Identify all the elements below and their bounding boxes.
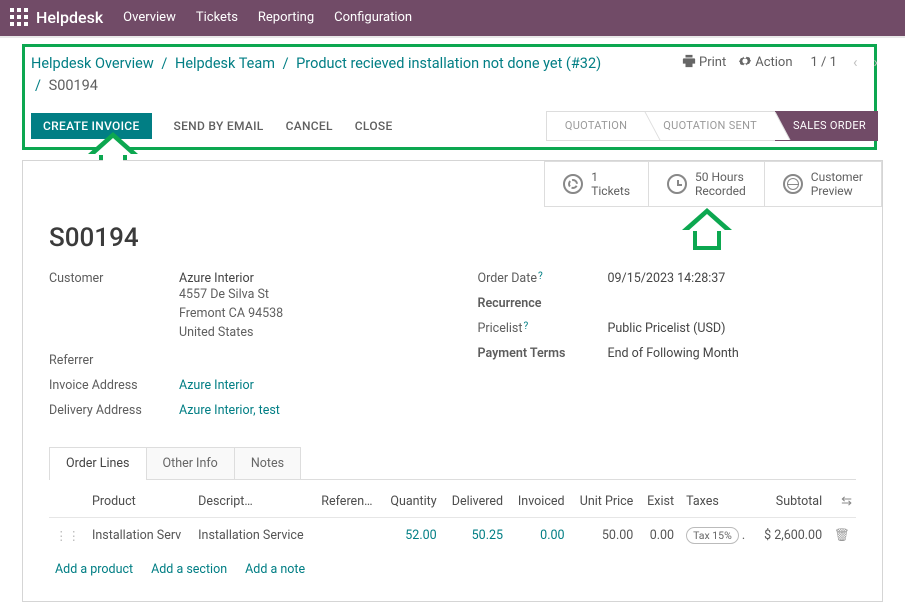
- order-date-label: Order Date?: [478, 271, 608, 286]
- col-unit[interactable]: Unit Price: [571, 486, 640, 518]
- order-name: S00194: [49, 223, 856, 253]
- customer-address-3: United States: [179, 324, 283, 343]
- invoice-address-value[interactable]: Azure Interior: [179, 378, 254, 393]
- customer-label: Customer: [49, 271, 179, 342]
- statbox-tickets[interactable]: 1Tickets: [545, 162, 648, 207]
- table-row[interactable]: ⋮⋮ Installation Serv Installation Servic…: [49, 517, 856, 554]
- clock-icon: [667, 174, 687, 194]
- app-brand[interactable]: Helpdesk: [36, 8, 103, 27]
- tax-tag[interactable]: Tax 15%: [686, 527, 739, 544]
- delivery-address-label: Delivery Address: [49, 403, 179, 418]
- statbox-tickets-label: Tickets: [591, 184, 630, 198]
- cell-invoiced[interactable]: 0.00: [509, 517, 571, 554]
- col-product[interactable]: Product: [86, 486, 192, 518]
- recurrence-label: Recurrence: [478, 296, 608, 311]
- cell-taxes[interactable]: Tax 15% .: [680, 517, 755, 554]
- breadcrumb-sep: /: [35, 77, 41, 94]
- col-subtotal[interactable]: Subtotal: [755, 486, 829, 518]
- annotation-arrow-icon: [682, 208, 732, 250]
- lifebuoy-icon: [563, 174, 583, 194]
- form-tabs: Order Lines Other Info Notes: [49, 446, 856, 480]
- form-sheet: 1Tickets 50 HoursRecorded CustomerPrevie…: [22, 160, 883, 602]
- order-lines-table: Product Descript… Referen… Quantity Deli…: [49, 486, 856, 554]
- action-button[interactable]: Action: [738, 54, 792, 70]
- cell-ref[interactable]: [315, 517, 381, 554]
- pager-next-icon[interactable]: ›: [873, 53, 878, 71]
- add-section-link[interactable]: Add a section: [151, 562, 227, 577]
- pricelist-label: Pricelist?: [478, 321, 608, 336]
- gear-icon: [738, 54, 752, 68]
- print-button[interactable]: Print: [682, 54, 726, 70]
- col-invoiced[interactable]: Invoiced: [509, 486, 571, 518]
- nav-reporting[interactable]: Reporting: [258, 10, 314, 25]
- add-product-link[interactable]: Add a product: [55, 562, 133, 577]
- send-email-button[interactable]: SEND BY EMAIL: [174, 119, 264, 133]
- pager-prev-icon[interactable]: ‹: [853, 53, 858, 71]
- pager: 1 / 1: [811, 55, 837, 70]
- col-qty[interactable]: Quantity: [382, 486, 443, 518]
- cell-qty[interactable]: 52.00: [382, 517, 443, 554]
- status-sales-order[interactable]: SALES ORDER: [775, 111, 878, 141]
- status-quotation[interactable]: QUOTATION: [546, 111, 645, 141]
- cancel-button[interactable]: CANCEL: [286, 119, 333, 133]
- col-delivered[interactable]: Delivered: [443, 486, 509, 518]
- breadcrumb-current: S00194: [49, 77, 98, 94]
- statbox-customer-preview[interactable]: CustomerPreview: [764, 162, 881, 207]
- customer-address-1: 4557 De Silva St: [179, 286, 283, 305]
- table-settings-icon[interactable]: ⇆: [841, 494, 852, 509]
- close-button[interactable]: CLOSE: [355, 119, 393, 133]
- breadcrumb: Helpdesk Overview / Helpdesk Team / Prod…: [31, 53, 601, 97]
- customer-address-2: Fremont CA 94538: [179, 305, 283, 324]
- col-taxes[interactable]: Taxes: [680, 486, 755, 518]
- breadcrumb-item[interactable]: Product recieved installation not done y…: [296, 55, 601, 72]
- referrer-label: Referrer: [49, 353, 179, 368]
- statbox-tickets-value: 1: [591, 170, 630, 184]
- header-controls: Print Action 1 / 1 ‹ ›: [682, 53, 878, 71]
- breadcrumb-sep: /: [161, 55, 167, 72]
- col-ref[interactable]: Referen…: [315, 486, 381, 518]
- statbox-cust-value: Customer: [811, 170, 863, 184]
- delivery-address-value[interactable]: Azure Interior, test: [179, 403, 280, 418]
- nav-overview[interactable]: Overview: [123, 10, 176, 25]
- tab-other-info[interactable]: Other Info: [146, 447, 235, 480]
- statbox-hours-value: 50 Hours: [695, 170, 746, 184]
- breadcrumb-item[interactable]: Helpdesk Team: [175, 55, 275, 72]
- top-navbar: Helpdesk Overview Tickets Reporting Conf…: [0, 0, 905, 34]
- tab-order-lines[interactable]: Order Lines: [49, 447, 147, 480]
- breadcrumb-sep: /: [283, 55, 289, 72]
- cell-unit[interactable]: 50.00: [571, 517, 640, 554]
- status-bar: QUOTATION QUOTATION SENT SALES ORDER: [546, 111, 878, 141]
- print-icon: [682, 54, 696, 68]
- help-icon[interactable]: ?: [523, 321, 528, 332]
- status-quotation-sent[interactable]: QUOTATION SENT: [645, 111, 775, 141]
- cell-exist[interactable]: 0.00: [639, 517, 680, 554]
- tab-notes[interactable]: Notes: [234, 447, 301, 480]
- nav-configuration[interactable]: Configuration: [334, 10, 412, 25]
- statbox-cust-label: Preview: [811, 184, 863, 198]
- statbox-hours[interactable]: 50 HoursRecorded: [648, 162, 764, 207]
- cell-product[interactable]: Installation Serv: [86, 517, 192, 554]
- statbox-hours-label: Recorded: [695, 184, 746, 198]
- payment-terms-value[interactable]: End of Following Month: [608, 346, 739, 361]
- col-exist[interactable]: Exist: [639, 486, 680, 518]
- payment-terms-label: Payment Terms: [478, 346, 608, 361]
- apps-icon[interactable]: [10, 8, 28, 26]
- drag-handle-icon[interactable]: ⋮⋮: [49, 517, 86, 554]
- cell-delivered[interactable]: 50.25: [443, 517, 509, 554]
- nav-tickets[interactable]: Tickets: [196, 10, 238, 25]
- breadcrumb-item[interactable]: Helpdesk Overview: [31, 55, 154, 72]
- order-date-value: 09/15/2023 14:28:37: [608, 271, 726, 286]
- help-icon[interactable]: ?: [538, 271, 543, 282]
- globe-icon: [783, 174, 803, 194]
- pricelist-value[interactable]: Public Pricelist (USD): [608, 321, 726, 336]
- customer-link[interactable]: Azure Interior: [179, 271, 283, 286]
- cell-desc[interactable]: Installation Service: [192, 517, 315, 554]
- add-note-link[interactable]: Add a note: [245, 562, 305, 577]
- cell-subtotal: $ 2,600.00: [755, 517, 829, 554]
- col-desc[interactable]: Descript…: [192, 486, 315, 518]
- delete-row-icon[interactable]: 🗑: [828, 517, 856, 554]
- invoice-address-label: Invoice Address: [49, 378, 179, 393]
